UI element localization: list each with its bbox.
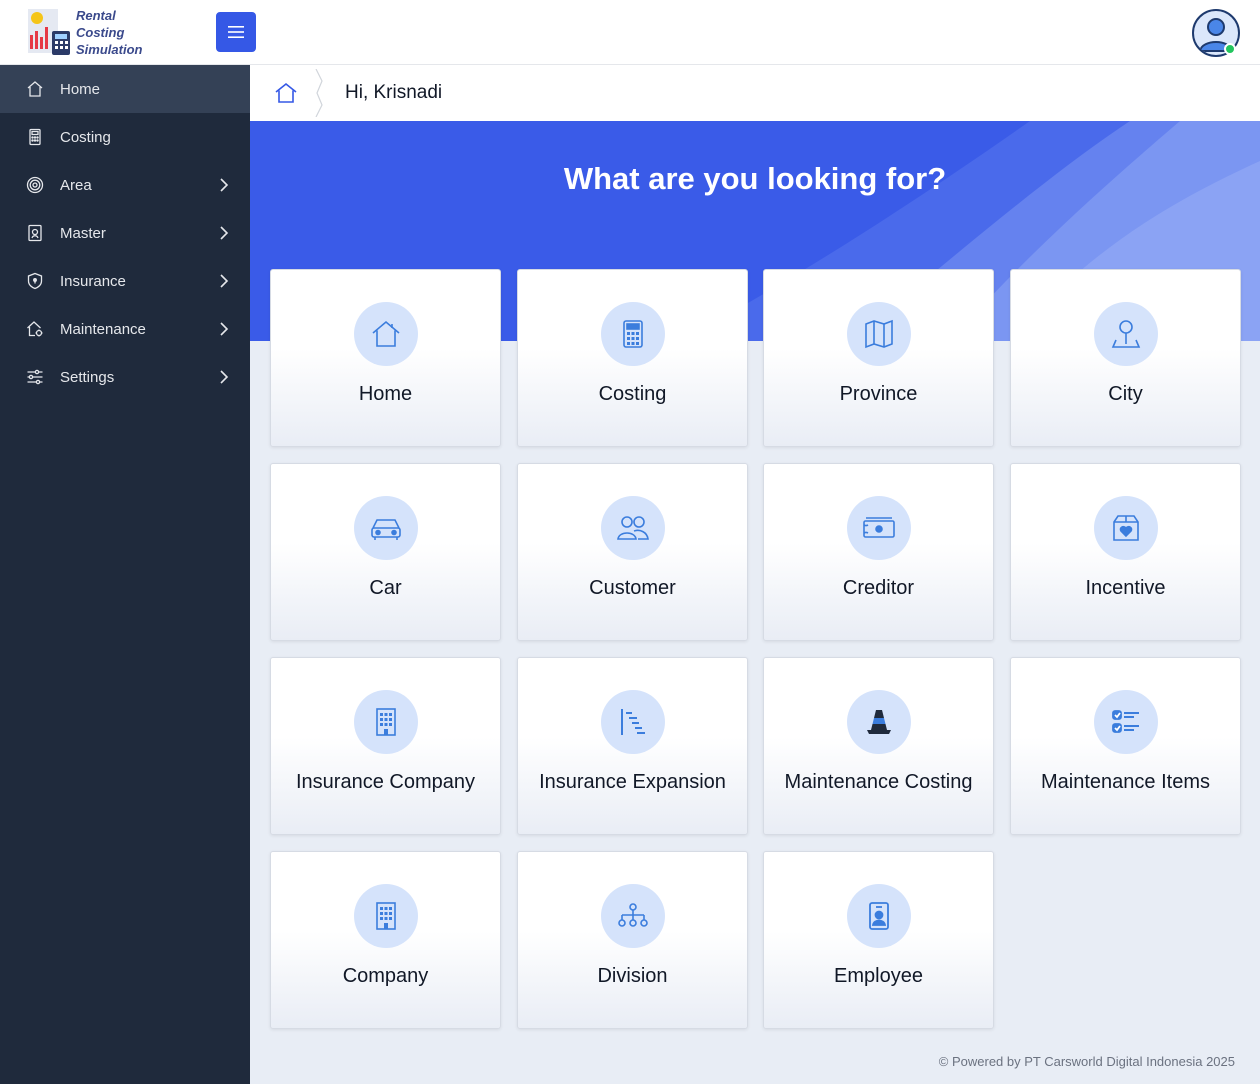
card-label: Employee [834, 965, 923, 987]
map-icon [846, 302, 911, 366]
id-badge-icon [846, 884, 911, 948]
card-label: City [1108, 383, 1143, 405]
card-label: Home [358, 383, 413, 405]
sidebar-item-area[interactable]: Area [0, 161, 250, 209]
breadcrumb-home-link[interactable] [250, 65, 323, 121]
breadcrumb: Hi, Krisnadi [250, 65, 1260, 121]
sidebar-item-label: Insurance [60, 272, 126, 290]
card-insurance-company[interactable]: Insurance Company [270, 657, 501, 835]
sidebar-item-insurance[interactable]: Insurance [0, 257, 250, 305]
sidebar-item-home[interactable]: Home [0, 65, 250, 113]
bar-align-icon [600, 690, 665, 754]
target-icon [26, 176, 44, 194]
folder-icon [26, 224, 44, 242]
card-label: Insurance Company [296, 771, 475, 793]
sidebar-item-label: Master [60, 224, 106, 242]
card-label: Maintenance Items [1041, 771, 1210, 793]
card-incentive[interactable]: Incentive [1010, 463, 1241, 641]
chevron-right-icon [220, 370, 229, 384]
chevron-right-icon [220, 274, 229, 288]
card-label: Maintenance Costing [784, 771, 973, 793]
hero-title: What are you looking for? [563, 161, 947, 196]
building-icon [353, 690, 418, 754]
sidebar-item-costing[interactable]: Costing [0, 113, 250, 161]
card-division[interactable]: Division [517, 851, 748, 1029]
sidebar-item-label: Costing [60, 128, 111, 146]
footer-text: © Powered by PT Carsworld Digital Indone… [938, 1054, 1235, 1069]
card-costing[interactable]: Costing [517, 269, 748, 447]
map-pin-icon [1093, 302, 1158, 366]
card-home[interactable]: Home [270, 269, 501, 447]
building-icon [353, 884, 418, 948]
greeting-text: Hi, Krisnadi [345, 82, 443, 103]
sidebar-item-label: Area [60, 176, 92, 194]
chevron-right-icon [220, 178, 229, 192]
top-bar: Rental Costing Simulation [0, 0, 1260, 65]
card-maintenance-items[interactable]: Maintenance Items [1010, 657, 1241, 835]
card-maintenance-costing[interactable]: Maintenance Costing [763, 657, 994, 835]
card-label: Incentive [1085, 577, 1166, 599]
calculator-icon [26, 128, 44, 146]
card-creditor[interactable]: Creditor [763, 463, 994, 641]
car-icon [353, 496, 418, 560]
house-gear-icon [26, 320, 44, 338]
home-icon [275, 82, 297, 103]
hamburger-menu-button[interactable] [216, 12, 256, 52]
card-employee[interactable]: Employee [763, 851, 994, 1029]
logo-text: Rental Costing Simulation [76, 7, 184, 58]
app-logo[interactable]: Rental Costing Simulation [24, 6, 184, 58]
cone-icon [846, 690, 911, 754]
sliders-icon [26, 368, 44, 386]
hamburger-icon [228, 26, 244, 38]
card-car[interactable]: Car [270, 463, 501, 641]
logo-line-1: Rental [76, 7, 116, 23]
card-label: Province [839, 383, 918, 405]
shield-icon [26, 272, 44, 290]
box-heart-icon [1093, 496, 1158, 560]
card-province[interactable]: Province [763, 269, 994, 447]
card-label: Company [342, 965, 429, 987]
logo-line-2: Costing Simulation [76, 24, 143, 57]
sidebar-item-label: Maintenance [60, 320, 146, 338]
sidebar-item-settings[interactable]: Settings [0, 353, 250, 401]
sidebar-item-maintenance[interactable]: Maintenance [0, 305, 250, 353]
org-chart-icon [600, 884, 665, 948]
home-icon [353, 302, 418, 366]
card-label: Car [369, 577, 402, 599]
sidebar: Home Costing Area Master Insurance Maint… [0, 65, 250, 1084]
online-status-dot [1224, 43, 1236, 55]
card-customer[interactable]: Customer [517, 463, 748, 641]
home-icon [26, 80, 44, 98]
sidebar-item-master[interactable]: Master [0, 209, 250, 257]
card-label: Creditor [842, 577, 915, 599]
checklist-icon [1093, 690, 1158, 754]
card-label: Division [597, 965, 668, 987]
chevron-right-icon [220, 322, 229, 336]
card-label: Costing [598, 383, 667, 405]
card-company[interactable]: Company [270, 851, 501, 1029]
card-label: Customer [589, 577, 676, 599]
card-city[interactable]: City [1010, 269, 1241, 447]
people-icon [600, 496, 665, 560]
breadcrumb-separator-icon [315, 69, 323, 117]
sidebar-item-label: Settings [60, 368, 115, 386]
cash-icon [846, 496, 911, 560]
card-insurance-expansion[interactable]: Insurance Expansion [517, 657, 748, 835]
calculator-icon [600, 302, 665, 366]
logo-graphic-icon [24, 7, 74, 57]
chevron-right-icon [220, 226, 229, 240]
sidebar-item-label: Home [60, 80, 101, 98]
card-label: Insurance Expansion [539, 771, 726, 793]
